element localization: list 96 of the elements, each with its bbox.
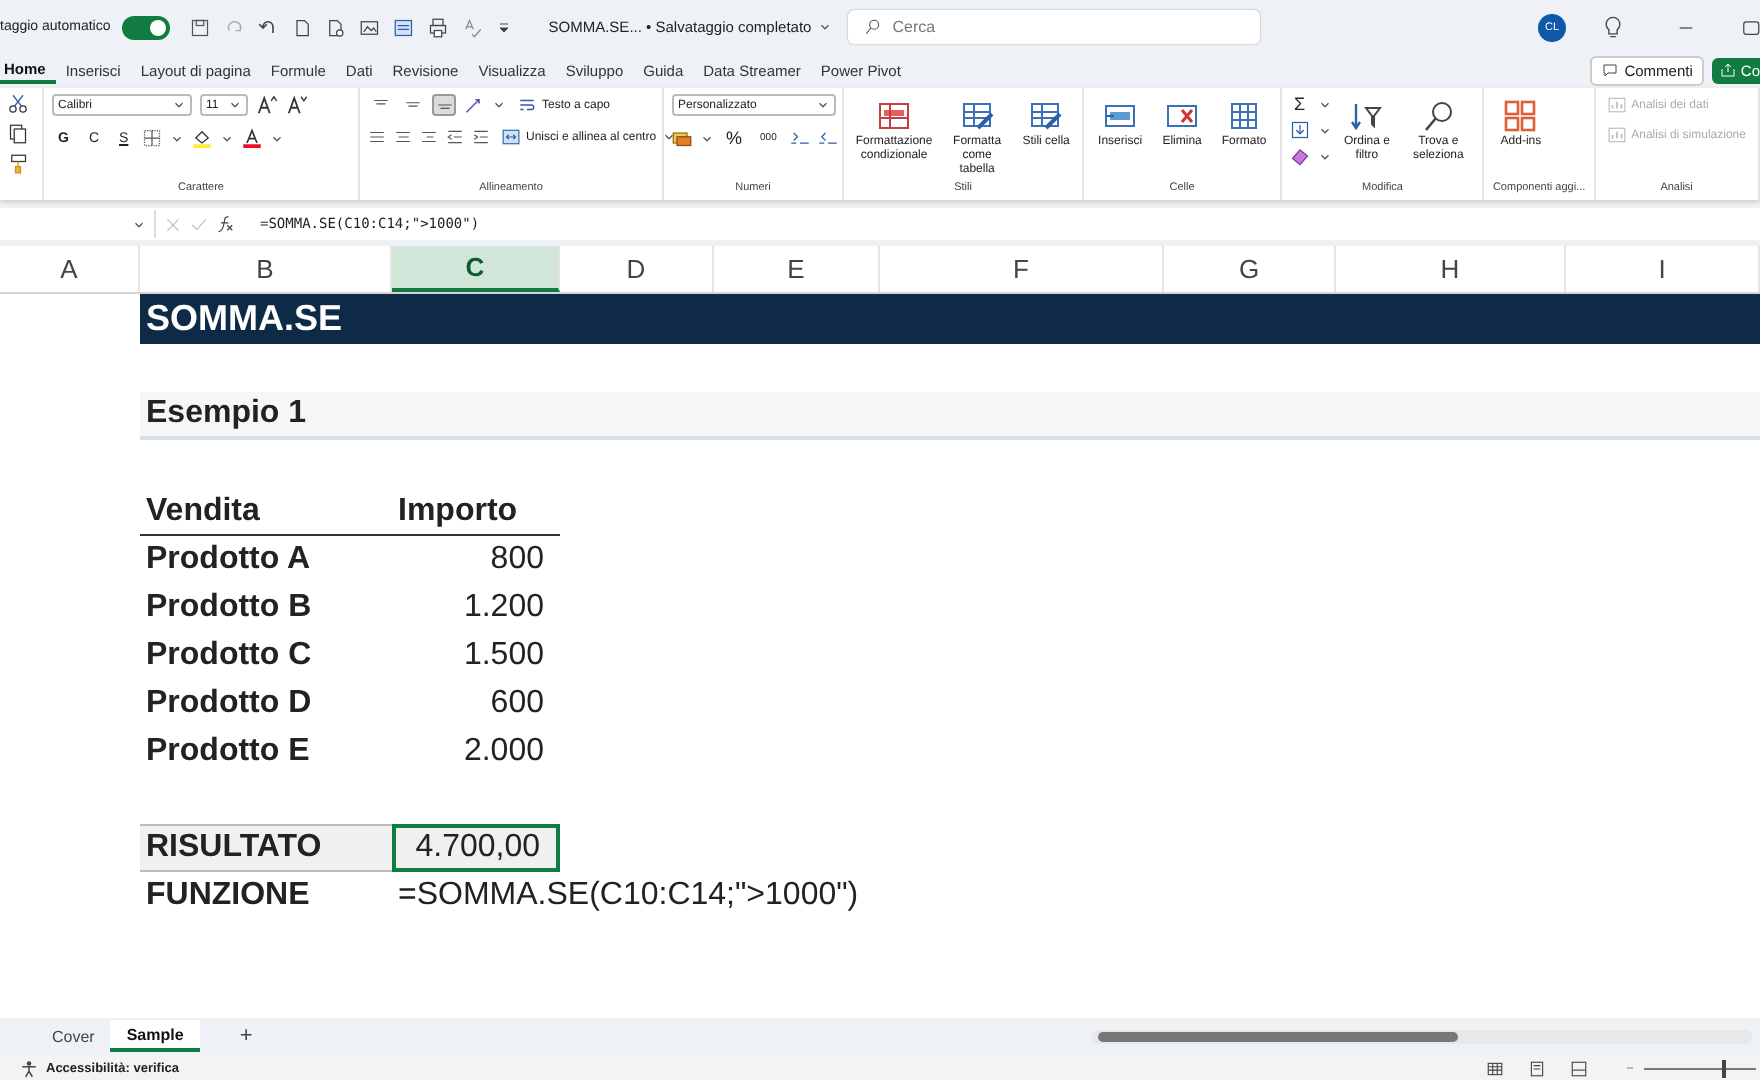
increase-indent-icon[interactable]: [472, 128, 490, 146]
increase-font-icon[interactable]: [256, 94, 278, 116]
align-text-icon[interactable]: [394, 128, 412, 146]
borders-icon[interactable]: [142, 128, 163, 148]
column-header[interactable]: D: [560, 246, 714, 292]
fill-color-icon[interactable]: [192, 128, 213, 148]
new-document-icon[interactable]: [292, 17, 313, 37]
column-header[interactable]: F: [880, 246, 1164, 292]
normal-view-icon[interactable]: [1486, 1059, 1504, 1077]
table-cell-text: 2.000: [461, 732, 546, 772]
customize-icon[interactable]: [496, 19, 513, 35]
result-label: RISULTATO: [140, 824, 392, 872]
column-header[interactable]: H: [1336, 246, 1566, 292]
delete-cells-icon: [1166, 100, 1199, 132]
table-cell-text: 600: [488, 684, 546, 724]
scissors-icon[interactable]: [8, 94, 28, 114]
conditional-format-icon: [878, 100, 911, 132]
caret-icon[interactable]: [172, 98, 186, 112]
table-cell-text: Prodotto C: [144, 636, 314, 676]
align-text-icon[interactable]: [420, 128, 438, 146]
undo-icon[interactable]: [258, 17, 279, 37]
column-heading: Vendita: [140, 488, 392, 536]
caret-icon[interactable]: [132, 217, 146, 231]
search-icon: [864, 18, 883, 36]
column-header[interactable]: A: [0, 246, 140, 292]
decrease-font-icon[interactable]: [286, 94, 308, 116]
table-cell-text: 1.200: [461, 588, 546, 628]
currency-icon[interactable]: [672, 128, 692, 148]
insert-function-icon[interactable]: [216, 214, 236, 234]
function-label: FUNZIONE: [144, 876, 312, 916]
caret-icon[interactable]: [220, 131, 235, 145]
table-cell-text: Prodotto E: [144, 732, 312, 772]
caret-icon[interactable]: [492, 98, 506, 112]
restore-icon[interactable]: [1740, 17, 1760, 37]
caret-icon[interactable]: [270, 131, 285, 145]
page-break-icon[interactable]: [1570, 1059, 1588, 1077]
chart-icon: [1607, 96, 1626, 114]
font-color-icon[interactable]: [242, 128, 263, 148]
autosave-toggle[interactable]: [122, 15, 171, 39]
decrease-decimal-icon[interactable]: [818, 128, 839, 148]
caret-icon[interactable]: [817, 20, 832, 34]
format-table-icon: [1030, 100, 1063, 132]
picture-icon[interactable]: [360, 17, 381, 37]
increase-decimal-icon[interactable]: [790, 128, 811, 148]
add-ins-icon: [1504, 100, 1537, 132]
table-cell-text: 800: [488, 540, 546, 580]
accessibility-icon[interactable]: [20, 1059, 38, 1077]
lightbulb-icon[interactable]: [1602, 16, 1624, 38]
copy-icon[interactable]: [8, 124, 28, 144]
table-cell-text: 1.500: [461, 636, 546, 676]
share-icon: [1720, 62, 1737, 78]
brush-icon[interactable]: [8, 154, 28, 174]
sheet-tab[interactable]: Cover: [36, 1020, 111, 1052]
print-icon[interactable]: [428, 17, 449, 37]
caret-icon[interactable]: [816, 98, 830, 112]
table-cell-text: Prodotto B: [144, 588, 314, 628]
percent-button[interactable]: %: [722, 128, 747, 148]
autosum-button[interactable]: Σ: [1290, 94, 1310, 114]
search-field[interactable]: Cerca: [848, 10, 1261, 44]
save-icon[interactable]: [190, 17, 211, 37]
comment-icon: [1602, 62, 1619, 78]
caret-icon[interactable]: [170, 131, 185, 145]
function-formula: =SOMMA.SE(C10:C14;">1000"): [396, 876, 861, 916]
sheet-tab[interactable]: Sample: [110, 1020, 200, 1052]
align-text-icon[interactable]: [368, 128, 386, 146]
decrease-indent-icon[interactable]: [446, 128, 464, 146]
caret-icon[interactable]: [700, 131, 714, 145]
fill-down-icon[interactable]: [1290, 120, 1311, 140]
page-layout-icon[interactable]: [1528, 1059, 1546, 1077]
column-header[interactable]: C: [392, 246, 560, 292]
caret-icon[interactable]: [662, 130, 677, 144]
add-sheet-button[interactable]: +: [231, 1024, 261, 1048]
form-icon[interactable]: [394, 17, 415, 37]
wrap-text-icon: [518, 96, 536, 114]
caret-icon[interactable]: [228, 98, 242, 112]
table-cell-text: Prodotto D: [144, 684, 314, 724]
column-header[interactable]: G: [1164, 246, 1336, 292]
column-heading: Importo: [392, 488, 560, 536]
section-heading: Esempio 1: [140, 392, 1760, 440]
insert-cells-icon: [1104, 100, 1137, 132]
sheet-title: SOMMA.SE: [140, 294, 1760, 344]
table-cell-text: Prodotto A: [144, 540, 313, 580]
eraser-icon[interactable]: [1290, 146, 1311, 166]
merge-cells-icon: [502, 128, 520, 146]
format-table-icon: [961, 100, 994, 132]
text-angle-icon[interactable]: [464, 95, 484, 115]
sort-filter-icon: [1350, 100, 1383, 132]
format-cells-icon: [1228, 100, 1261, 132]
spelling-icon[interactable]: [462, 17, 483, 37]
result-value: 4.700,00: [392, 824, 560, 872]
print-preview-icon[interactable]: [326, 17, 347, 37]
chart-icon: [1607, 126, 1626, 144]
column-header[interactable]: I: [1566, 246, 1760, 292]
search-icon: [1422, 100, 1455, 132]
horizontal-scrollbar[interactable]: [1092, 1029, 1752, 1043]
column-header[interactable]: E: [714, 246, 880, 292]
